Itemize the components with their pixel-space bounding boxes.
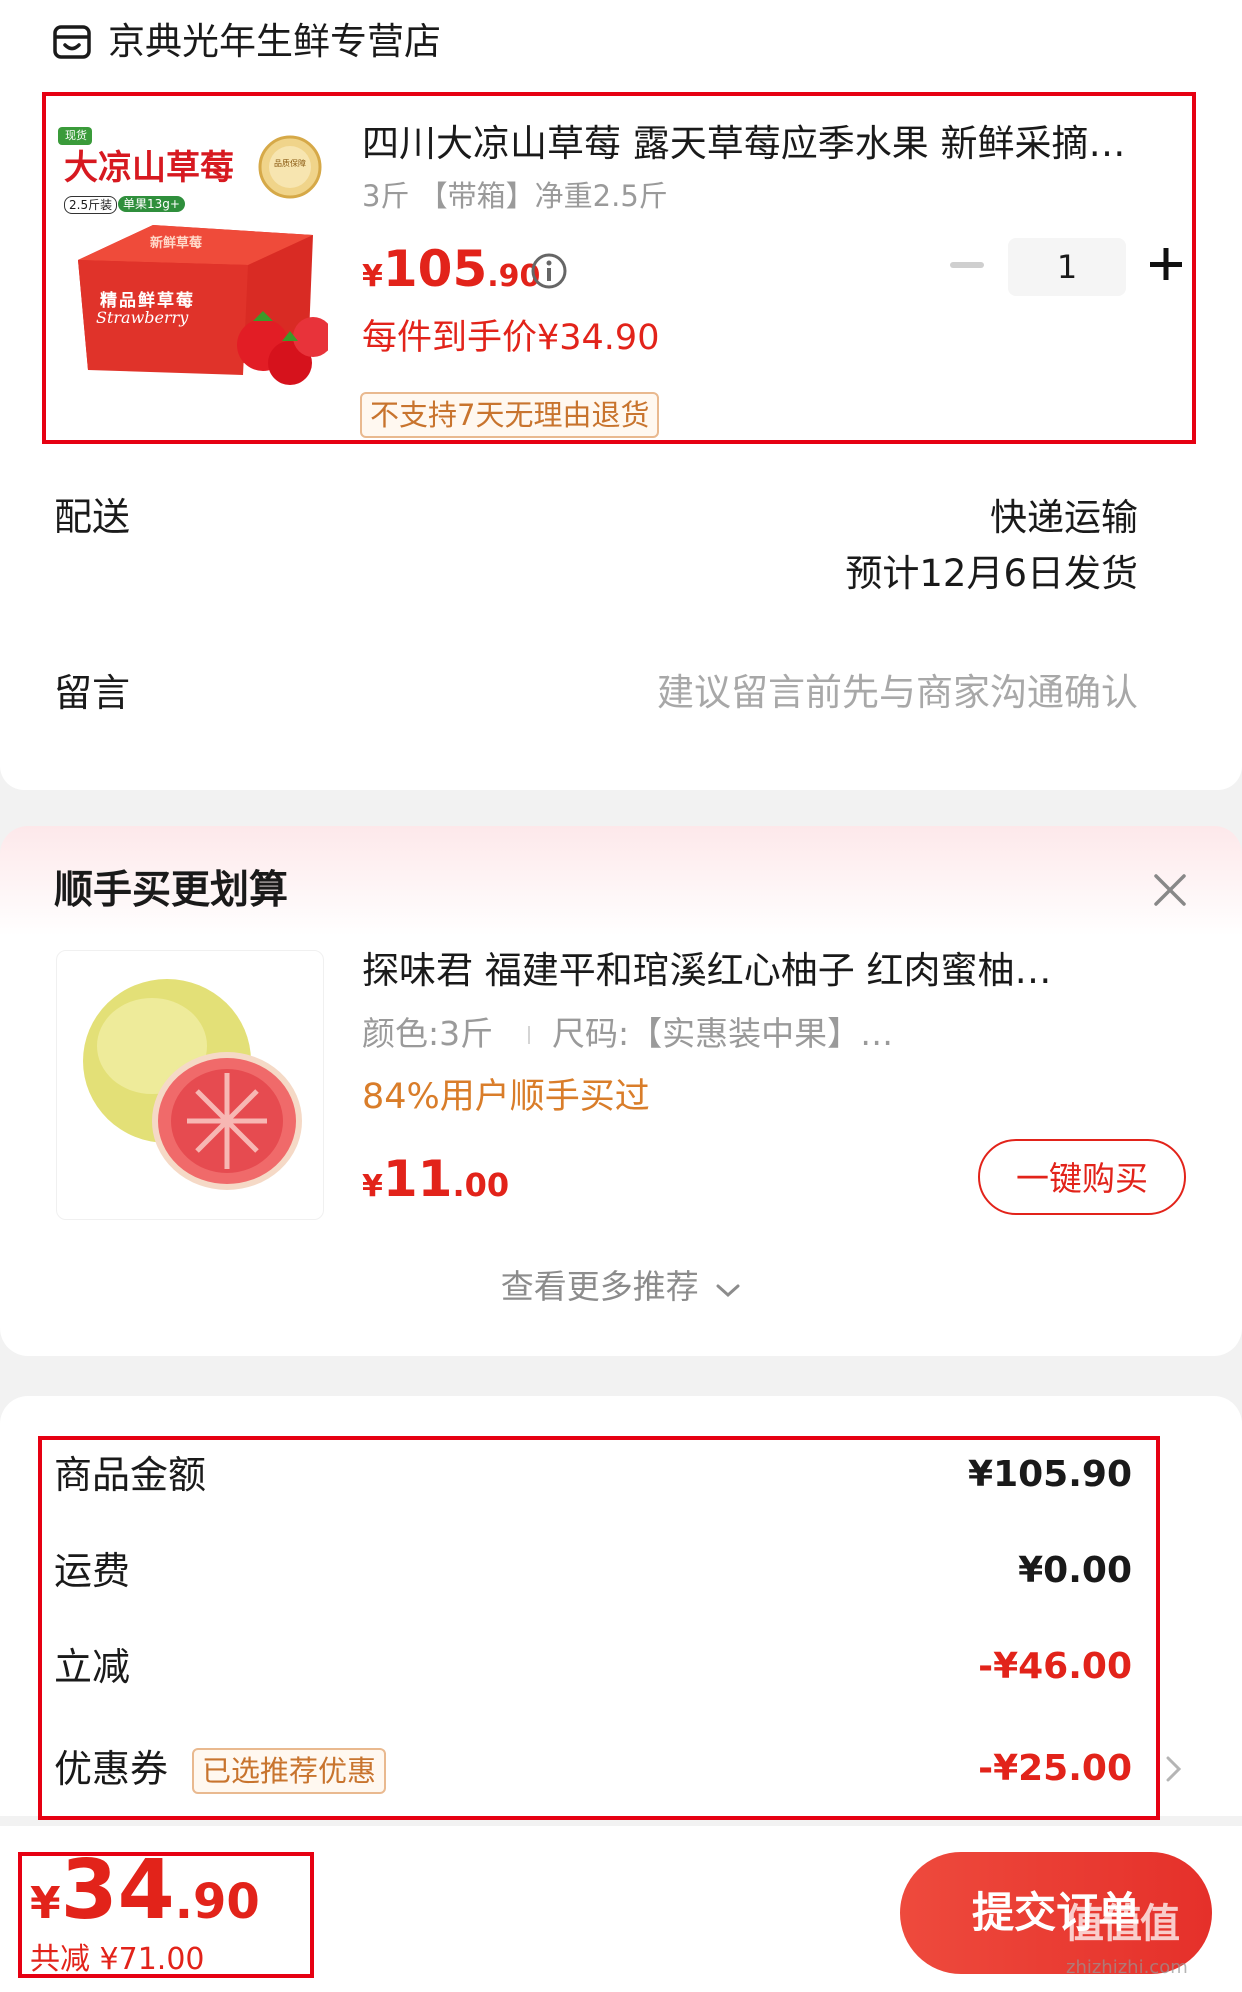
highlight-box-product <box>42 92 1196 444</box>
recommend-social-proof: 84%用户顺手买过 <box>362 1077 650 1117</box>
recommend-section-title: 顺手买更划算 <box>54 868 289 913</box>
recommend-spec-color[interactable]: 颜色:3斤 <box>362 1012 493 1056</box>
highlight-box-summary <box>38 1436 1160 1820</box>
message-label: 留言 <box>54 671 131 715</box>
view-more-label: 查看更多推荐 <box>500 1267 699 1306</box>
chevron-down-icon <box>715 1266 741 1312</box>
message-input[interactable]: 建议留言前先与商家沟通确认 <box>657 668 1138 718</box>
recommend-spec-size[interactable]: 尺码:【实惠装中果】… <box>552 1012 893 1056</box>
view-more-recommendations-link[interactable]: 查看更多推荐 <box>0 1264 1242 1312</box>
close-icon[interactable] <box>1150 870 1190 910</box>
delivery-label: 配送 <box>54 495 131 539</box>
recommend-title[interactable]: 探味君 福建平和琯溪红心柚子 红肉蜜柚… <box>362 946 1162 996</box>
recommend-price: ¥11.00 <box>362 1150 509 1208</box>
watermark-logo: 值值值 <box>1064 1901 1180 1947</box>
recommend-price-integer: 11 <box>382 1150 453 1208</box>
recommend-price-decimal: .00 <box>452 1166 510 1204</box>
recommend-product-image[interactable] <box>56 950 324 1220</box>
highlight-box-total <box>18 1852 314 1978</box>
chevron-right-icon[interactable] <box>1164 1754 1184 1784</box>
recommend-price-symbol: ¥ <box>362 1169 383 1204</box>
store-name[interactable]: 京典光年生鲜专营店 <box>108 18 441 66</box>
one-click-buy-button[interactable]: 一键购买 <box>978 1139 1186 1215</box>
delivery-method[interactable]: 快递运输 <box>990 494 1138 542</box>
delivery-eta: 预计12月6日发货 <box>845 552 1138 595</box>
watermark-url: zhizhizhi.com <box>1066 1957 1188 1978</box>
store-icon <box>52 22 92 62</box>
spec-divider <box>528 1026 530 1044</box>
